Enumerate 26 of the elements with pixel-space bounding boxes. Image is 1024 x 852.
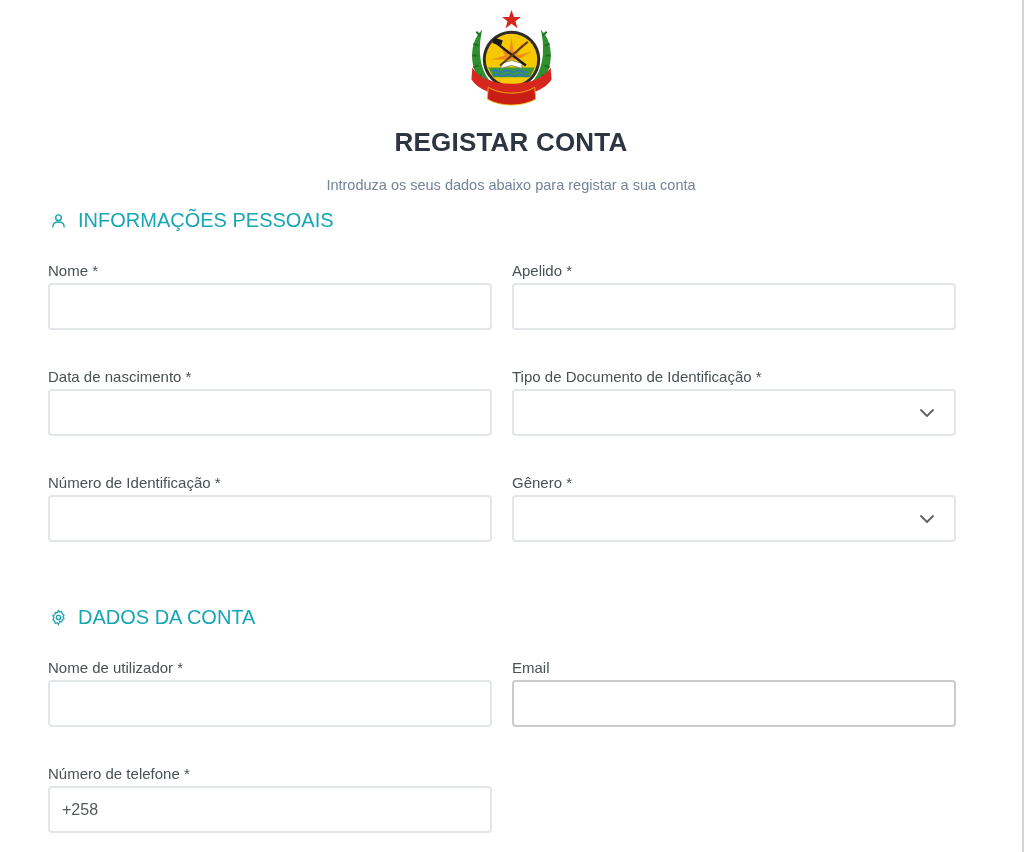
field-label: Nome * [48,262,100,280]
text-field[interactable] [512,283,956,330]
text-field[interactable] [48,680,492,727]
field-label: Gênero * [512,474,574,492]
field-label: Email [512,659,551,677]
person-icon [50,211,67,229]
dropdown-field[interactable] [512,495,956,542]
chevron-down-icon [919,513,935,524]
section-title: DADOS DA CONTA [78,605,256,629]
chevron-down-icon [919,407,935,418]
field-label: Nome de utilizador * [48,659,185,677]
field-label: Número de telefone * [48,765,191,783]
dropdown-field[interactable] [512,389,956,436]
page-title: REGISTAR CONTA [394,127,628,157]
gear-icon [50,608,67,626]
field-label: Apelido * [512,262,574,280]
field-label: Número de Identificação * [48,474,222,492]
text-field[interactable] [48,495,492,542]
text-field[interactable] [512,680,956,727]
text-field[interactable]: +258 [48,786,492,833]
page-subtitle: Introduza os seus dados abaixo para registar a sua conta [326,176,696,195]
field-label: Data de nascimento * [48,368,193,386]
section-title: INFORMAÇÕES PESSOAIS [78,208,334,232]
text-field[interactable] [48,283,492,330]
field-label: Tipo de Documento de Identificação * [512,368,763,386]
text-field[interactable] [48,389,492,436]
